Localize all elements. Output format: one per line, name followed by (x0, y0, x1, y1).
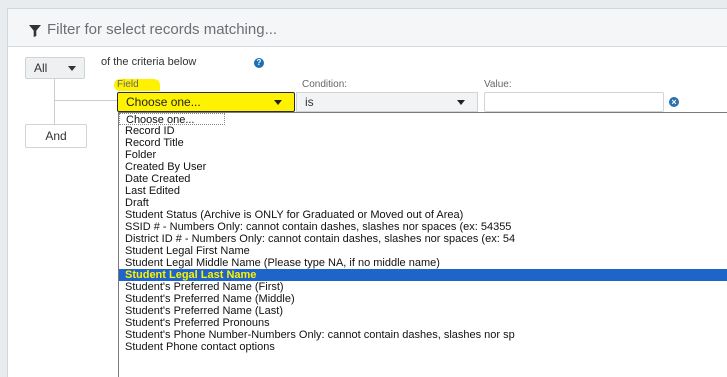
field-label: Field (117, 79, 139, 90)
dropdown-option[interactable]: Student Legal First Name (119, 245, 727, 257)
remove-criterion-icon[interactable]: × (669, 97, 679, 107)
dropdown-option[interactable]: Folder (119, 149, 727, 161)
value-input[interactable] (484, 92, 664, 112)
filter-icon (29, 25, 41, 37)
chevron-down-icon (274, 100, 282, 105)
dropdown-option[interactable]: Student Phone contact options (119, 341, 727, 353)
filter-title: Filter for select records matching... (47, 21, 278, 38)
condition-select-value: is (305, 95, 314, 109)
field-select[interactable]: Choose one... (117, 92, 295, 112)
field-select-value: Choose one... (126, 95, 201, 109)
chevron-down-icon (457, 100, 465, 105)
dropdown-option[interactable]: Record ID (119, 125, 727, 137)
dropdown-option[interactable]: Student's Preferred Name (Middle) (119, 293, 727, 305)
dropdown-option[interactable]: Student's Preferred Name (Last) (119, 305, 727, 317)
dropdown-option[interactable]: Student's Phone Number-Numbers Only: can… (119, 329, 727, 341)
field-dropdown-list[interactable]: Choose one... Record ID Record Title Fol… (118, 112, 727, 377)
condition-select[interactable]: is (296, 92, 478, 112)
match-mode-select[interactable]: All (25, 57, 85, 79)
dropdown-option[interactable]: Draft (119, 197, 727, 209)
dropdown-option[interactable]: District ID # - Numbers Only: cannot con… (119, 233, 727, 245)
and-button[interactable]: And (25, 124, 87, 148)
condition-label: Condition: (302, 79, 348, 90)
dropdown-option[interactable]: Student's Preferred Name (First) (119, 281, 727, 293)
dropdown-option-selected[interactable]: Student Legal Last Name (119, 269, 727, 281)
dropdown-option[interactable]: Choose one... (119, 113, 225, 125)
match-mode-label: All (34, 61, 48, 75)
filter-header[interactable]: Filter for select records matching... (8, 9, 727, 47)
help-icon[interactable]: ? (254, 58, 264, 68)
tree-connector-branch (54, 100, 118, 101)
dropdown-option[interactable]: Record Title (119, 137, 727, 149)
dropdown-option[interactable]: SSID # - Numbers Only: cannot contain da… (119, 221, 727, 233)
tree-connector (54, 79, 55, 125)
dropdown-option[interactable]: Student Legal Middle Name (Please type N… (119, 257, 727, 269)
dropdown-option[interactable]: Student Status (Archive is ONLY for Grad… (119, 209, 727, 221)
dropdown-option[interactable]: Created By User (119, 161, 727, 173)
dropdown-option[interactable]: Student's Preferred Pronouns (119, 317, 727, 329)
criteria-description: of the criteria below (101, 56, 197, 68)
value-label: Value: (484, 79, 512, 90)
dropdown-option[interactable]: Date Created (119, 173, 727, 185)
dropdown-option[interactable]: Last Edited (119, 185, 727, 197)
chevron-down-icon (68, 66, 76, 71)
